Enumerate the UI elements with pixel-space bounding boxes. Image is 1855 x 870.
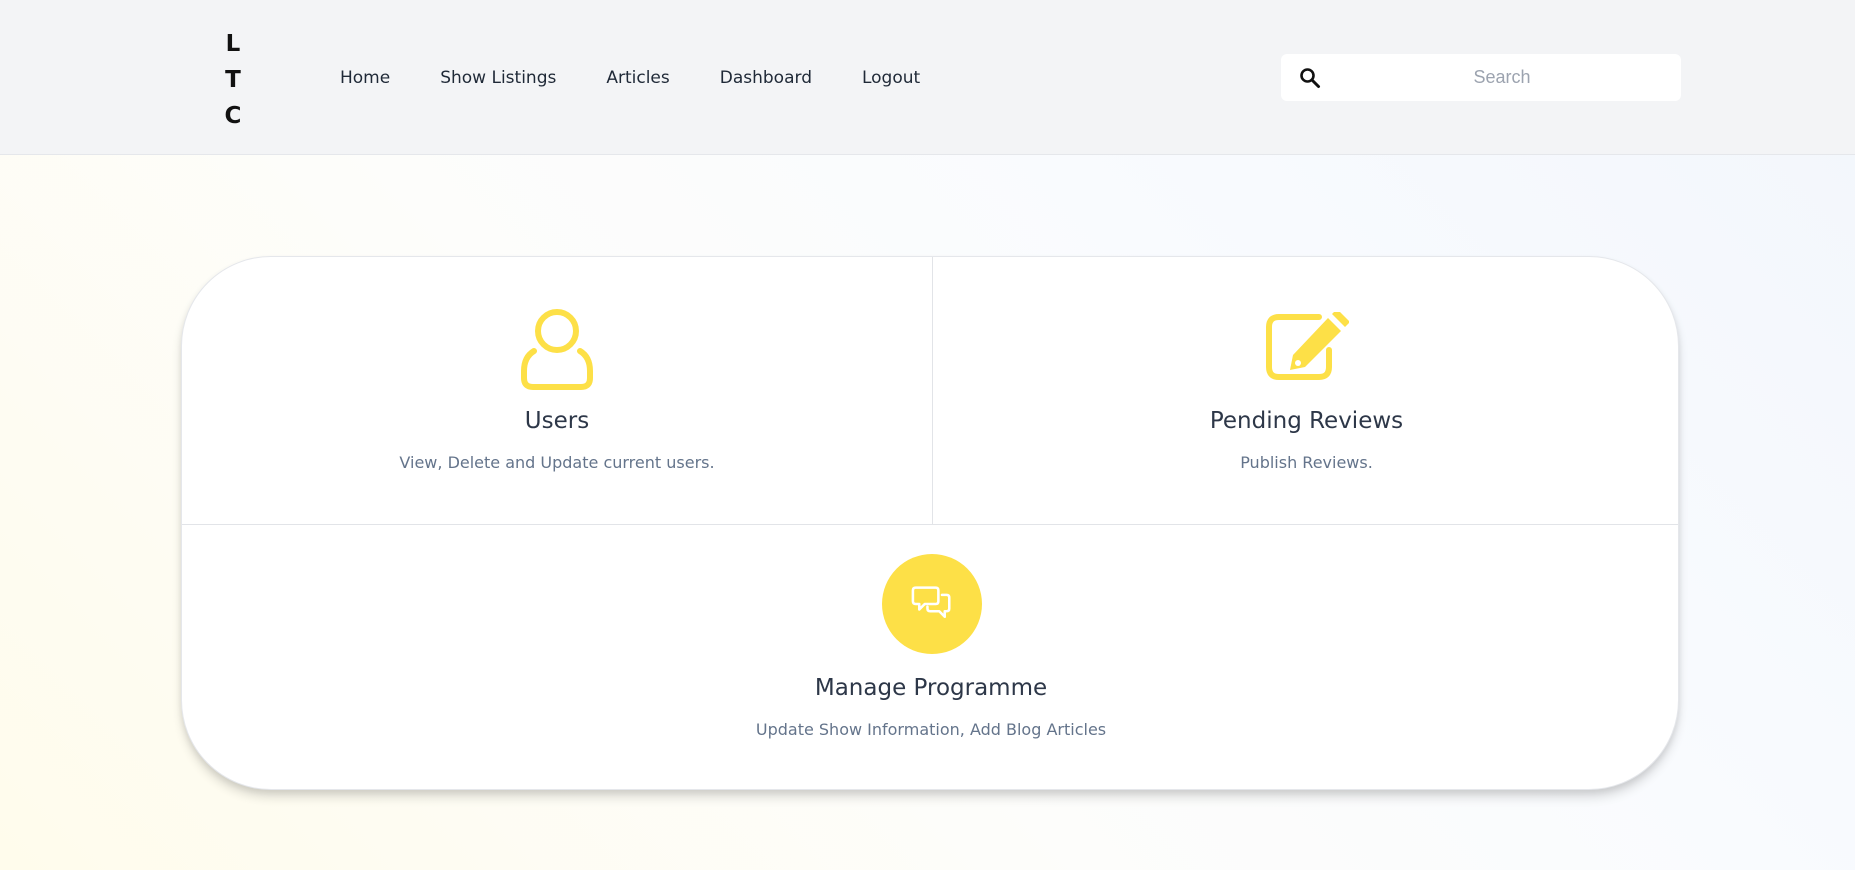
chat-bubbles-icon	[911, 586, 951, 618]
logo-letter-l: L	[225, 31, 241, 57]
search-input[interactable]	[1337, 54, 1667, 101]
manage-programme-tile[interactable]: Manage Programme Update Show Information…	[182, 525, 1678, 789]
logo-letter-t: T	[225, 67, 241, 93]
site-logo[interactable]: L T C	[222, 26, 244, 134]
edit-icon	[1266, 312, 1349, 380]
dashboard-card: Users View, Delete and Update current us…	[181, 256, 1679, 790]
pending-reviews-tile[interactable]: Pending Reviews Publish Reviews.	[933, 257, 1678, 524]
manage-programme-title: Manage Programme	[814, 675, 1048, 701]
nav-show-listings-link[interactable]: Show Listings	[440, 68, 556, 88]
pending-reviews-description: Publish Reviews.	[1240, 453, 1373, 472]
user-icon	[521, 309, 593, 390]
pending-reviews-title: Pending Reviews	[1209, 408, 1404, 434]
top-header: L T C Home Show Listings Articles Dashbo…	[0, 0, 1855, 155]
logo-letter-c: C	[224, 103, 242, 129]
users-description: View, Delete and Update current users.	[399, 453, 715, 472]
nav-articles-link[interactable]: Articles	[606, 68, 669, 88]
nav-logout-link[interactable]: Logout	[862, 68, 920, 88]
search-box	[1281, 54, 1681, 101]
main-nav: Home Show Listings Articles Dashboard Lo…	[340, 0, 970, 155]
programme-icon-circle	[882, 554, 982, 654]
users-tile[interactable]: Users View, Delete and Update current us…	[182, 257, 932, 524]
search-icon[interactable]	[1298, 66, 1322, 90]
users-title: Users	[524, 408, 590, 434]
nav-home-link[interactable]: Home	[340, 68, 390, 88]
manage-programme-description: Update Show Information, Add Blog Articl…	[755, 720, 1107, 739]
nav-dashboard-link[interactable]: Dashboard	[720, 68, 812, 88]
